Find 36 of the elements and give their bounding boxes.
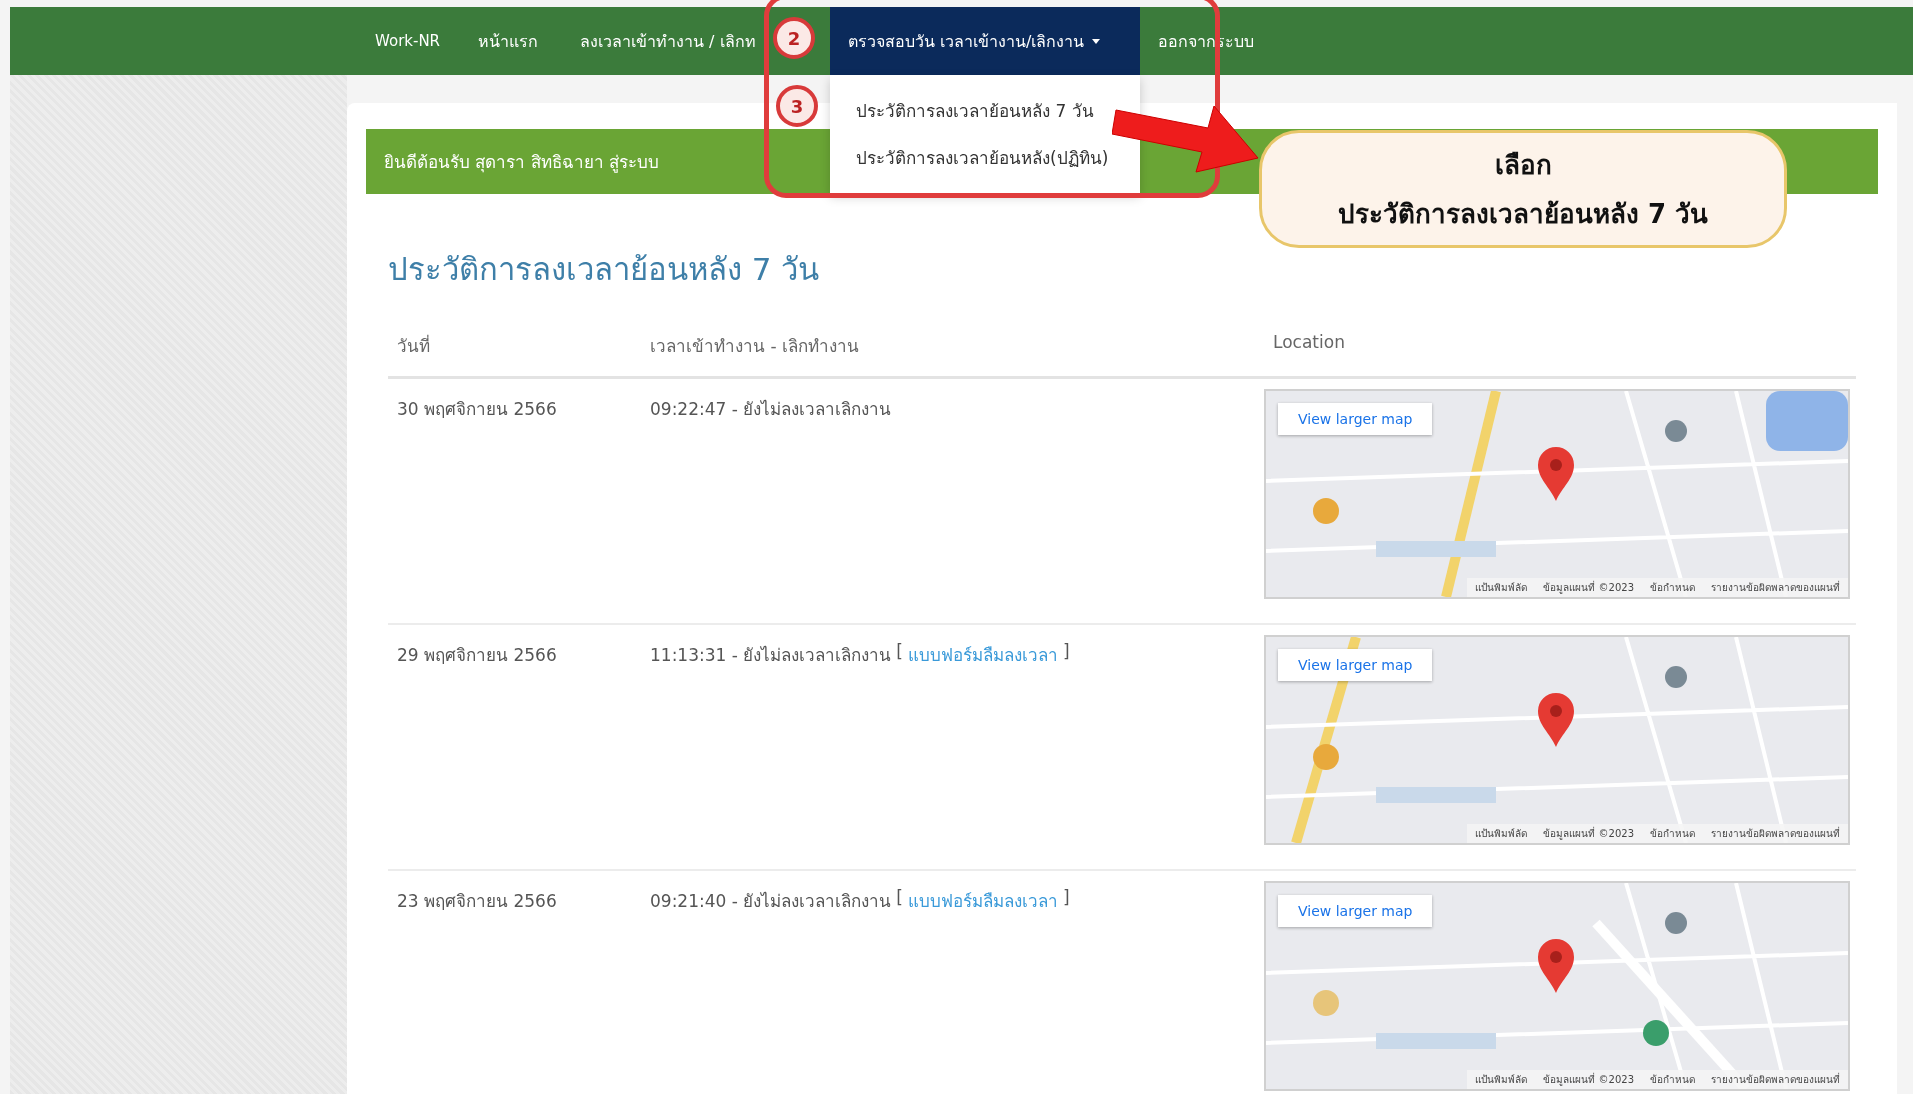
nav-item[interactable]: หน้าแรก (460, 7, 544, 75)
map-footer-link[interactable]: ข้อกำหนด (1650, 580, 1695, 595)
step-badge: 3 (776, 85, 818, 127)
map-footer-link[interactable]: ข้อมูลแผนที่ ©2023 (1543, 826, 1634, 841)
view-larger-map-button[interactable]: View larger map (1278, 649, 1433, 681)
map-footer-link[interactable]: รายงานข้อผิดพลาดของแผนที่ (1711, 826, 1840, 841)
page-title: ประวัติการลงเวลาย้อนหลัง 7 วัน (388, 250, 821, 289)
brand-link[interactable]: Work-NR (355, 7, 461, 75)
map-footer-link[interactable]: รายงานข้อผิดพลาดของแผนที่ (1711, 580, 1840, 595)
menu-item[interactable]: ประวัติการลงเวลาย้อนหลัง(ปฏิทิน) (830, 134, 1113, 181)
map-footer-link[interactable]: แป้นพิมพ์ลัด (1475, 580, 1528, 595)
map-footer-link[interactable]: แป้นพิมพ์ลัด (1475, 1072, 1528, 1087)
view-larger-map-button[interactable]: View larger map (1278, 403, 1433, 435)
map-footer-link[interactable]: ข้อมูลแผนที่ ©2023 (1543, 580, 1634, 595)
map-footer-link[interactable]: ข้อกำหนด (1650, 826, 1695, 841)
time-text: 11:13:31 - ยังไม่ลงเวลาเลิกงาน (650, 644, 892, 667)
map-footer-link[interactable]: รายงานข้อผิดพลาดของแผนที่ (1711, 1072, 1840, 1087)
bracket-text: ] (1062, 641, 1070, 663)
callout-text: ประวัติการลงเวลาย้อนหลัง 7 วัน (1337, 198, 1709, 231)
column-header: เวลาเข้าทำงาน - เลิกทำงาน (649, 335, 860, 358)
view-larger-map-button[interactable]: View larger map (1278, 895, 1433, 927)
callout-text: เลือก (1494, 149, 1552, 182)
date-cell-text: 29 พฤศจิกายน 2566 (396, 644, 558, 667)
bracket-text: [ (896, 887, 903, 909)
date-cell-text: 23 พฤศจิกายน 2566 (396, 890, 558, 913)
time-text: 09:22:47 - ยังไม่ลงเวลาเลิกงาน (650, 398, 892, 421)
nav-item[interactable]: ลงเวลาเข้าทำงาน / เลิกท (562, 7, 762, 75)
bracket-text: ] (1062, 887, 1070, 909)
column-header: วันที่ (396, 333, 431, 358)
date-cell-text: 30 พฤศจิกายน 2566 (396, 398, 558, 421)
map-footer-link[interactable]: ข้อมูลแผนที่ ©2023 (1543, 1072, 1634, 1087)
time-text: 09:21:40 - ยังไม่ลงเวลาเลิกงาน (650, 890, 892, 913)
map-footer-link[interactable]: แป้นพิมพ์ลัด (1475, 826, 1528, 841)
column-header: Location (1272, 331, 1346, 354)
bracket-text: [ (896, 641, 903, 663)
map-footer-link[interactable]: ข้อกำหนด (1650, 1072, 1695, 1087)
